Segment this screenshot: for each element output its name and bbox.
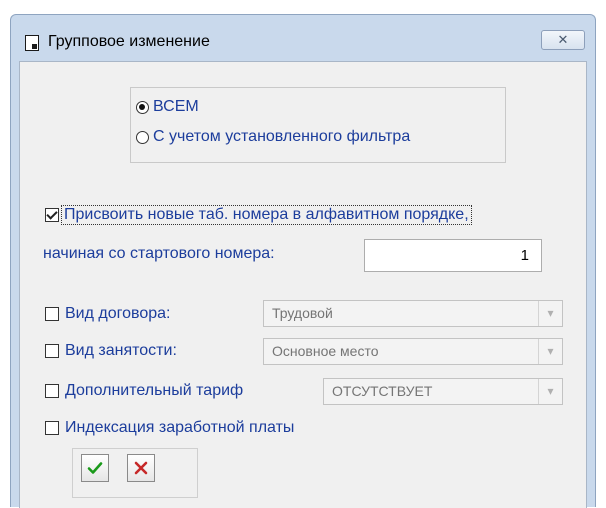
cross-icon xyxy=(134,461,148,475)
scope-radio-group: ВСЕМ С учетом установленного фильтра xyxy=(130,87,506,163)
employment-type-value: Основное место xyxy=(272,343,379,359)
employment-type-label: Вид занятости: xyxy=(65,342,177,359)
window-title: Групповое изменение xyxy=(48,33,210,50)
extra-tariff-select[interactable]: ОТСУТСТВУЕТ ▾ xyxy=(323,378,563,405)
chevron-down-icon[interactable]: ▾ xyxy=(538,301,562,326)
contract-type-label: Вид договора: xyxy=(65,305,171,322)
employment-type-checkbox[interactable] xyxy=(45,344,59,358)
extra-tariff-label: Дополнительный тариф xyxy=(65,382,244,399)
ok-button[interactable] xyxy=(81,454,109,482)
radio-filter[interactable]: С учетом установленного фильтра xyxy=(136,128,410,146)
radio-button[interactable] xyxy=(136,130,149,144)
cancel-button[interactable] xyxy=(127,454,155,482)
salary-indexation-checkbox[interactable] xyxy=(45,421,59,435)
action-buttons-panel xyxy=(72,448,198,498)
extra-tariff-row[interactable]: Дополнительный тариф xyxy=(45,382,243,400)
dialog-window: Групповое изменение ✕ ВСЕМ С учетом уста… xyxy=(10,14,596,508)
renumber-label: Присвоить новые таб. номера в алфавитном… xyxy=(61,205,472,225)
contract-type-row[interactable]: Вид договора: xyxy=(45,305,170,323)
extra-tariff-checkbox[interactable] xyxy=(45,384,59,398)
radio-button-selected[interactable] xyxy=(136,100,149,114)
contract-type-checkbox[interactable] xyxy=(45,307,59,321)
salary-indexation-row[interactable]: Индексация заработной платы xyxy=(45,419,294,437)
extra-tariff-value: ОТСУТСТВУЕТ xyxy=(332,383,433,399)
check-icon xyxy=(87,462,103,474)
contract-type-select[interactable]: Трудовой ▾ xyxy=(263,300,563,327)
employment-type-select[interactable]: Основное место ▾ xyxy=(263,338,563,365)
chevron-down-icon[interactable]: ▾ xyxy=(538,339,562,364)
close-icon: ✕ xyxy=(557,32,569,47)
chevron-down-icon[interactable]: ▾ xyxy=(538,379,562,404)
contract-type-value: Трудовой xyxy=(272,305,333,321)
radio-all-label: ВСЕМ xyxy=(153,98,199,115)
radio-all[interactable]: ВСЕМ xyxy=(136,98,199,116)
renumber-checkbox[interactable] xyxy=(45,208,59,222)
renumber-row[interactable]: Присвоить новые таб. номера в алфавитном… xyxy=(45,205,472,225)
radio-filter-label: С учетом установленного фильтра xyxy=(153,128,411,145)
document-icon xyxy=(25,35,39,51)
employment-type-row[interactable]: Вид занятости: xyxy=(45,342,177,360)
close-button[interactable]: ✕ xyxy=(541,30,585,50)
start-number-label: начиная со стартового номера: xyxy=(43,245,275,262)
start-number-input[interactable]: 1 xyxy=(364,239,542,272)
dialog-body: ВСЕМ С учетом установленного фильтра При… xyxy=(19,61,587,508)
salary-indexation-label: Индексация заработной платы xyxy=(65,419,295,436)
